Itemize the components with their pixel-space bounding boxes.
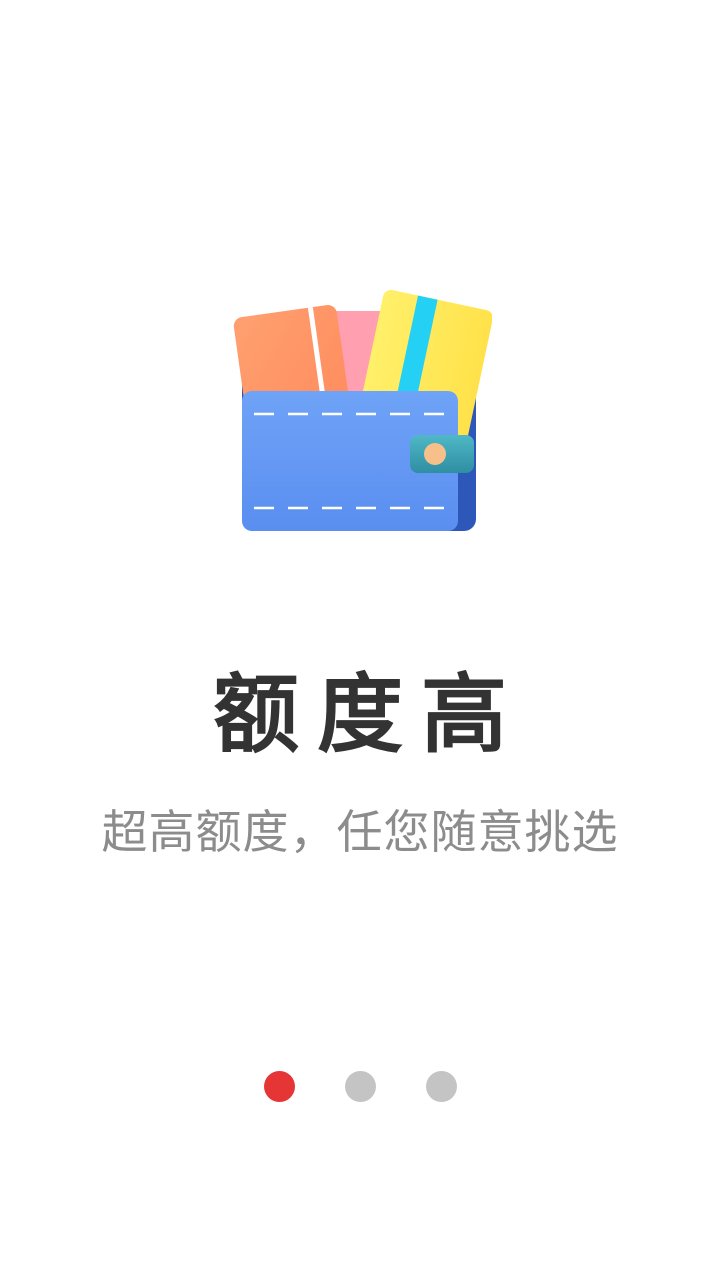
- page-dot-3[interactable]: [425, 1071, 457, 1102]
- page-dot-2[interactable]: [344, 1071, 376, 1102]
- page-subtitle: 超高额度，任您随意挑选: [101, 805, 619, 859]
- clasp-button: [424, 443, 446, 465]
- page-title: 额度高: [213, 665, 525, 765]
- wallet-with-cards-icon: [233, 289, 492, 531]
- page-dot-1[interactable]: [263, 1071, 295, 1102]
- onboarding-screen: 额度高 超高额度，任您随意挑选: [0, 0, 720, 1280]
- page-indicator: [0, 1071, 720, 1103]
